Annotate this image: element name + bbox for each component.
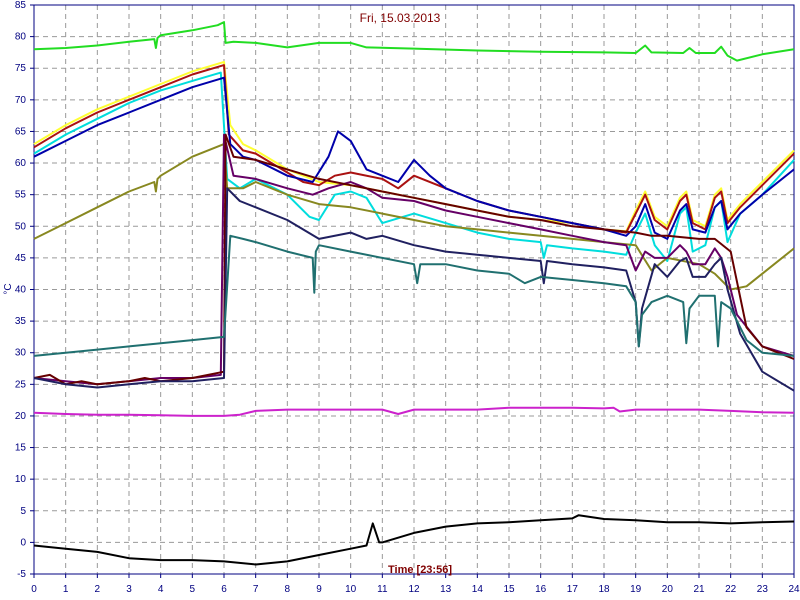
y-tick-label: 80 [15, 32, 27, 43]
x-tick-label: 21 [693, 584, 705, 595]
x-tick-label: 14 [472, 584, 484, 595]
y-tick-label: 35 [15, 316, 27, 327]
x-tick-label: 12 [408, 584, 420, 595]
y-tick-label: 85 [15, 0, 27, 11]
x-tick-label: 2 [95, 584, 101, 595]
chart-title: Fri, 15.03.2013 [360, 11, 441, 25]
x-tick-label: 22 [725, 584, 737, 595]
x-tick-label: 7 [253, 584, 259, 595]
y-tick-label: 0 [20, 537, 26, 548]
axes: 0 1 2 3 4 5 6 7 8 9 10 11 12 13 14 15 16 17 18 19 20 21 22 23 24… [15, 0, 800, 595]
x-tick-label: 18 [598, 584, 610, 595]
x-tick-label: 11 [377, 584, 388, 595]
x-tick-label: 3 [126, 584, 132, 595]
chart-svg: 0 1 2 3 4 5 6 7 8 9 10 11 12 13 14 15 16 17 18 19 20 21 22 23 24… [3, 0, 800, 595]
x-tick-label: 10 [345, 584, 357, 595]
x-tick-label: 6 [221, 584, 227, 595]
y-tick-label: 20 [15, 411, 27, 422]
y-tick-label: 75 [15, 63, 27, 74]
x-tick-label: 13 [440, 584, 452, 595]
x-tick-label: 24 [788, 584, 800, 595]
x-tick-label: 15 [503, 584, 515, 595]
y-tick-label: 55 [15, 190, 27, 201]
y-tick-label: 40 [15, 285, 27, 296]
y-tick-label: -5 [17, 569, 26, 580]
y-axis-label: °C [3, 283, 14, 294]
y-tick-label: 30 [15, 348, 27, 359]
y-tick-label: 10 [15, 474, 27, 485]
x-tick-label: 16 [535, 584, 547, 595]
x-axis-label: Time [23:56] [388, 564, 452, 576]
chart: 0 1 2 3 4 5 6 7 8 9 10 11 12 13 14 15 16 17 18 19 20 21 22 23 24… [0, 0, 800, 600]
x-tick-label: 20 [662, 584, 674, 595]
y-tick-label: 70 [15, 95, 27, 106]
x-tick-label: 4 [158, 584, 164, 595]
y-tick-label: 50 [15, 221, 27, 232]
y-tick-label: 45 [15, 253, 27, 264]
y-tick-label: 5 [20, 506, 26, 517]
x-tick-label: 9 [316, 584, 322, 595]
x-tick-label: 23 [757, 584, 769, 595]
y-tick-label: 25 [15, 379, 27, 390]
y-tick-label: 65 [15, 126, 27, 137]
x-tick-label: 5 [190, 584, 196, 595]
x-tick-label: 0 [31, 584, 37, 595]
y-tick-label: 15 [15, 443, 27, 454]
x-tick-label: 17 [567, 584, 579, 595]
x-tick-label: 19 [630, 584, 642, 595]
grid [34, 5, 794, 574]
x-tick-label: 1 [63, 584, 69, 595]
y-tick-label: 60 [15, 158, 27, 169]
x-tick-label: 8 [285, 584, 291, 595]
